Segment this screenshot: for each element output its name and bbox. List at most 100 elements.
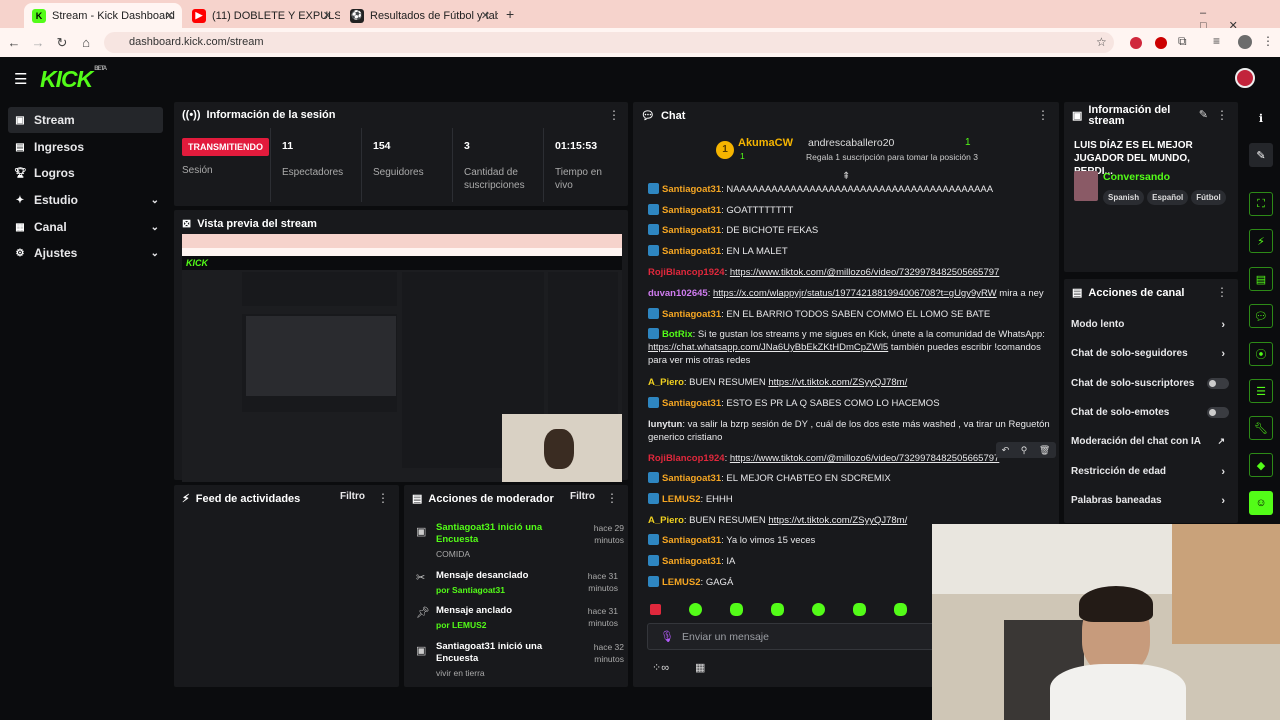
pin-icon[interactable]: ⚲	[1021, 445, 1028, 456]
chat-link[interactable]: https://vt.tiktok.com/ZSyyQJ78m/	[768, 377, 907, 388]
chat-username[interactable]: Santiagoat31	[662, 398, 721, 409]
emote-icon[interactable]	[730, 602, 743, 616]
kebab-menu-icon[interactable]: ⋮	[1216, 108, 1228, 122]
chat-input[interactable]: 🎙︎ Enviar un mensaje	[647, 623, 947, 650]
emote-icon[interactable]	[689, 602, 702, 616]
browser-tab-kick[interactable]: K Stream - Kick Dashboard ✕	[24, 3, 182, 28]
action-followers-only[interactable]: Chat de solo-seguidores ›	[1071, 348, 1231, 360]
chat-username[interactable]: Santiagoat31	[662, 535, 721, 546]
tag[interactable]: Spanish	[1103, 190, 1145, 205]
action-emotes-only[interactable]: Chat de solo-emotes	[1071, 407, 1231, 418]
sidebar-item-canal[interactable]: ▦ Canal ⌄	[8, 214, 163, 240]
chat-username[interactable]: Santiagoat31	[662, 225, 721, 236]
chat-username[interactable]: Santiagoat31	[662, 309, 721, 320]
chat-username[interactable]: A_Piero	[648, 377, 684, 388]
action-age-restriction[interactable]: Restricción de edad ›	[1071, 466, 1231, 478]
home-icon[interactable]: ⌂	[74, 35, 98, 50]
chat-link[interactable]: https://www.tiktok.com/@millozo6/video/7…	[730, 267, 999, 278]
kebab-menu-icon[interactable]: ⋮	[606, 491, 618, 505]
chat-username[interactable]: lunytun	[648, 419, 682, 430]
filter-button[interactable]: Filtro	[570, 491, 595, 502]
chat-username[interactable]: Santiagoat31	[662, 205, 721, 216]
chat-link[interactable]: https://x.com/wlappyjr/status/1977421881…	[713, 288, 997, 299]
sidebar-item-estudio[interactable]: ✦ Estudio ⌄	[8, 187, 163, 213]
chat-username[interactable]: LEMUS2	[662, 494, 701, 505]
chat-bubble-icon[interactable]: 💬︎	[1249, 304, 1273, 328]
reading-list-icon[interactable]: ≡	[1213, 34, 1220, 48]
document-icon[interactable]: ▤	[1249, 267, 1273, 291]
fullscreen-icon[interactable]: ⛶	[1249, 192, 1273, 216]
menu-icon[interactable]: ☰	[14, 70, 27, 88]
edit-icon[interactable]: ✎	[1249, 143, 1273, 167]
sidebar-item-ajustes[interactable]: ⚙ Ajustes ⌄	[8, 240, 163, 266]
info-icon[interactable]: ℹ	[1249, 106, 1273, 130]
broadcast-icon[interactable]: ⦿	[1249, 342, 1273, 366]
kick-logo[interactable]: KICK BETA	[40, 66, 107, 93]
reply-icon[interactable]: ↶	[1002, 445, 1010, 456]
close-icon[interactable]: ✕	[481, 9, 490, 22]
sidebar-item-logros[interactable]: 🏆︎ Logros	[8, 160, 163, 186]
chat-link[interactable]: https://vt.tiktok.com/ZSyyQJ78m/	[768, 515, 907, 526]
forward-icon[interactable]: →	[26, 35, 50, 50]
emote-settings-icon[interactable]: ☺	[1249, 491, 1273, 515]
user-avatar[interactable]	[1235, 68, 1255, 88]
emote-icon[interactable]	[812, 602, 825, 616]
infinity-icon[interactable]: ⁘∞	[652, 661, 669, 674]
action-slow-mode[interactable]: Modo lento ›	[1071, 319, 1231, 331]
sidebar-item-ingresos[interactable]: ▤ Ingresos	[8, 134, 163, 160]
chat-username[interactable]: LEMUS2	[662, 577, 701, 588]
chat-link[interactable]: https://chat.whatsapp.com/JNa6UyBbEkZKtH…	[648, 342, 888, 353]
list-icon[interactable]: ☰	[1249, 379, 1273, 403]
store-icon[interactable]: ▦	[695, 661, 705, 674]
chat-username[interactable]: A_Piero	[648, 515, 684, 526]
chat-username[interactable]: Santiagoat31	[662, 184, 721, 195]
chat-username[interactable]: duvan102645	[648, 288, 708, 299]
chat-username[interactable]: RojiBlancop1924	[648, 267, 725, 278]
chat-username[interactable]: BotRix	[662, 329, 693, 340]
chat-username[interactable]: Santiagoat31	[662, 473, 721, 484]
puzzle-icon[interactable]: ⧉	[1178, 34, 1187, 49]
collapse-icon[interactable]: ⇞	[842, 171, 850, 182]
opera-extension-icon[interactable]	[1155, 37, 1167, 49]
wrench-icon[interactable]: 🔧︎	[1249, 416, 1273, 440]
kebab-menu-icon[interactable]: ⋮	[1216, 285, 1228, 299]
chat-link[interactable]: https://www.tiktok.com/@millozo6/video/7…	[730, 453, 999, 464]
tag[interactable]: Español	[1147, 190, 1189, 205]
stream-preview-video[interactable]: KICK	[182, 234, 622, 482]
tag[interactable]: Fútbol	[1191, 190, 1226, 205]
category-name[interactable]: Conversando	[1103, 171, 1170, 183]
top-gifter-name[interactable]: AkumaCW	[738, 137, 793, 149]
back-icon[interactable]: ←	[2, 35, 26, 50]
second-gifter-name[interactable]: andrescaballero20	[808, 137, 894, 149]
emote-icon[interactable]	[853, 602, 866, 616]
kebab-menu-icon[interactable]: ⋮	[1037, 108, 1049, 122]
close-icon[interactable]: ✕	[165, 9, 174, 22]
new-tab-icon[interactable]: +	[506, 6, 514, 22]
more-icon[interactable]: ⋮	[1262, 34, 1274, 48]
browser-tab-results[interactable]: ⚽ Resultados de Fútbol y tabla de ✕	[342, 3, 498, 28]
browser-tab-youtube[interactable]: ▶ (11) DOBLETE Y EXPULSIÓN DE ✕	[184, 3, 340, 28]
kebab-menu-icon[interactable]: ⋮	[377, 491, 389, 505]
emote-icon[interactable]	[650, 603, 661, 615]
action-subs-only[interactable]: Chat de solo-suscriptores	[1071, 378, 1231, 389]
sidebar-item-stream[interactable]: ▣ Stream	[8, 107, 163, 133]
subs-only-toggle[interactable]	[1207, 378, 1229, 389]
filter-button[interactable]: Filtro	[340, 491, 365, 502]
extension-icon[interactable]	[1130, 37, 1142, 49]
emotes-only-toggle[interactable]	[1207, 407, 1229, 418]
action-banned-words[interactable]: Palabras baneadas ›	[1071, 495, 1231, 507]
chat-username[interactable]: RojiBlancop1924	[648, 453, 725, 464]
reload-icon[interactable]: ↻	[50, 35, 74, 51]
chat-username[interactable]: Santiagoat31	[662, 556, 721, 567]
trash-icon[interactable]: 🗑︎	[1039, 445, 1050, 456]
emote-icon[interactable]	[894, 602, 907, 616]
bookmark-star-icon[interactable]: ☆	[1096, 35, 1107, 49]
lightning-icon[interactable]: ⚡︎	[1249, 229, 1273, 253]
diamond-icon[interactable]: ◆	[1249, 453, 1273, 477]
profile-avatar[interactable]	[1238, 35, 1252, 49]
action-ai-moderation[interactable]: Moderación del chat con IA ↗	[1071, 436, 1231, 447]
edit-icon[interactable]: ✎	[1199, 108, 1208, 121]
emote-icon[interactable]	[771, 602, 784, 616]
url-field[interactable]: dashboard.kick.com/stream	[104, 32, 1114, 53]
close-icon[interactable]: ✕	[323, 9, 332, 22]
